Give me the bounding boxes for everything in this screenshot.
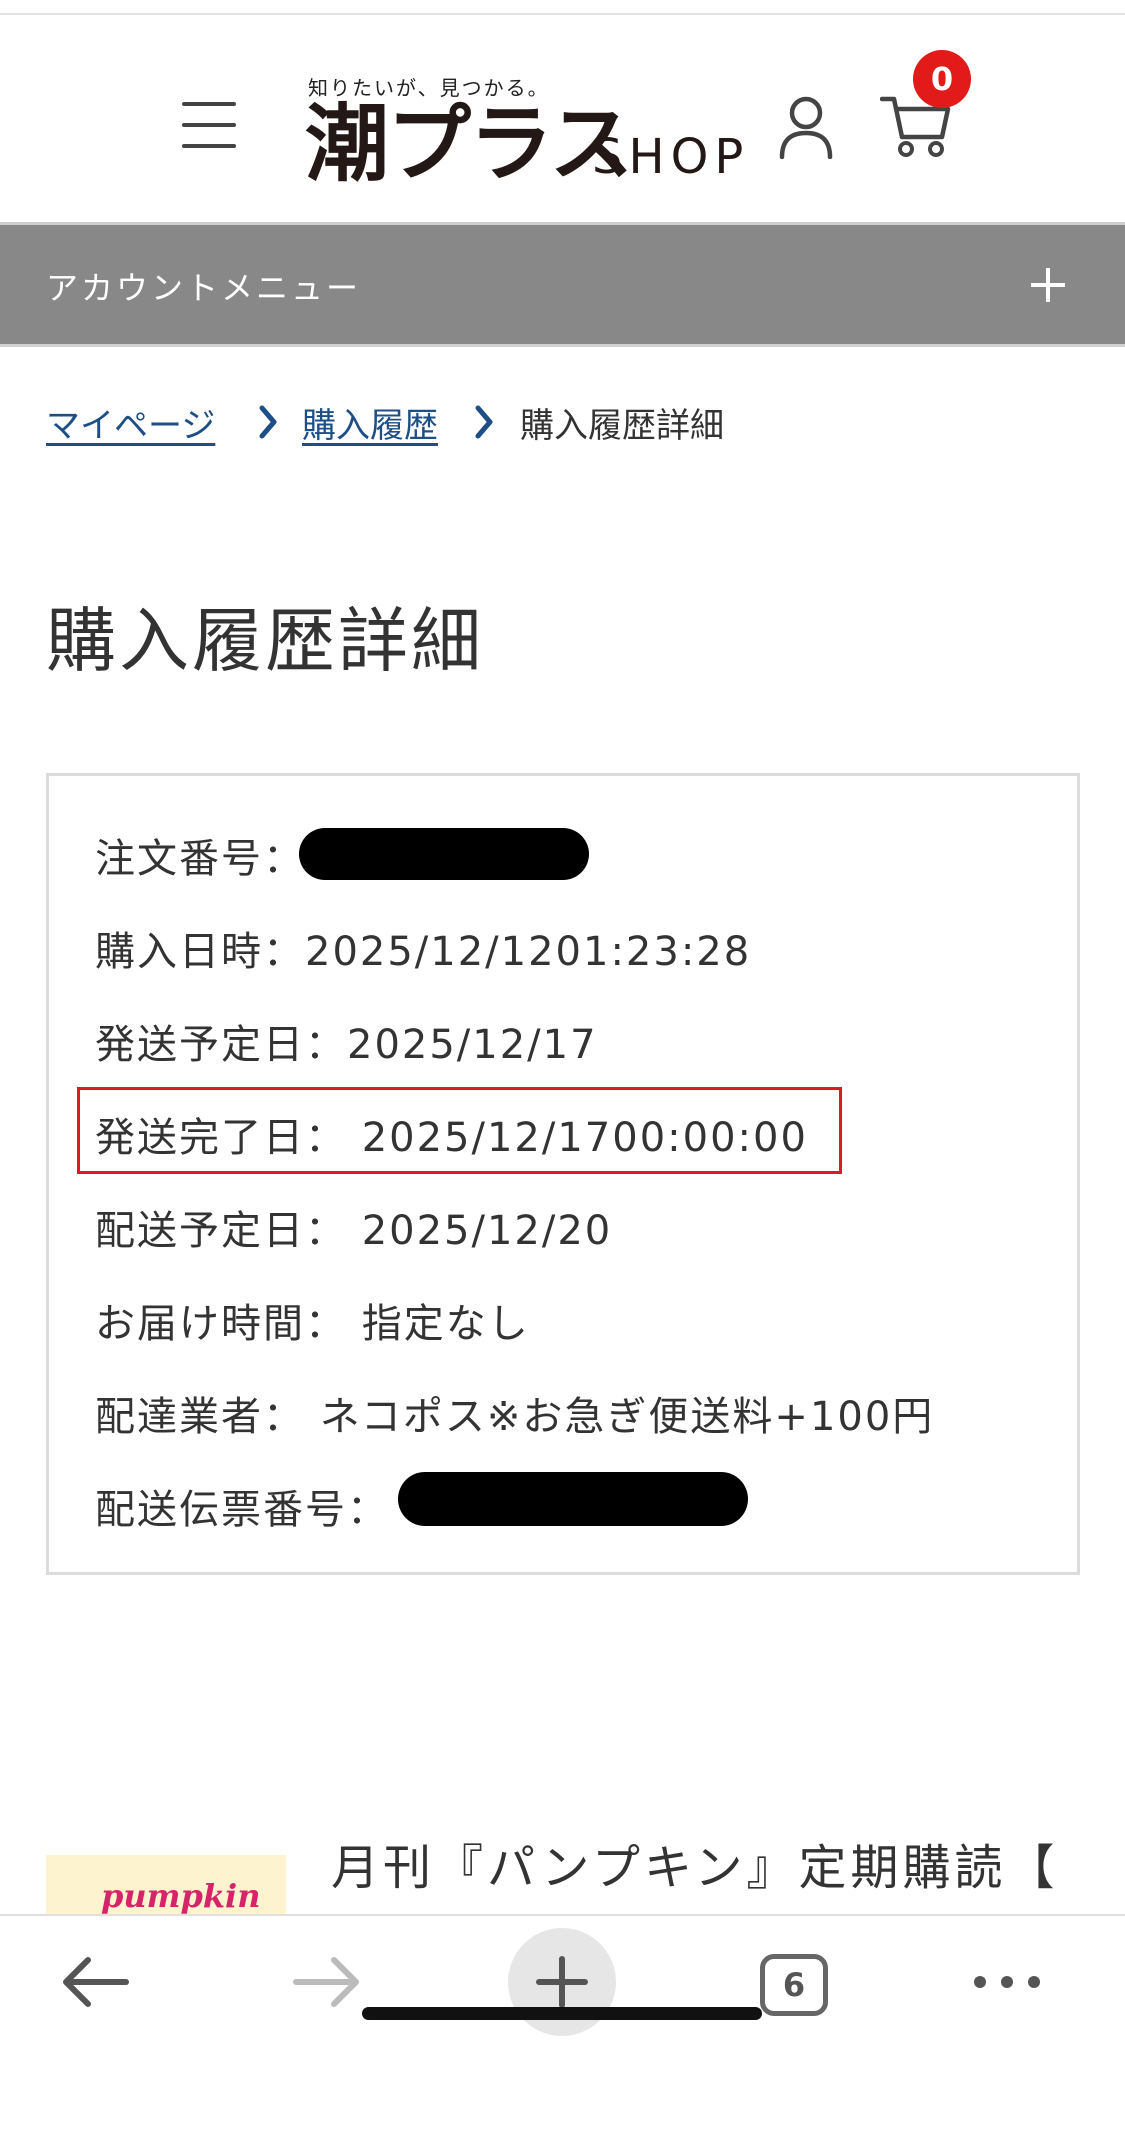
logo-shop-text: SHOP <box>592 129 750 185</box>
page-title: 購入履歴詳細 <box>46 600 484 682</box>
purchase-datetime: 購入日時：2025/12/1201:23:28 <box>95 929 752 975</box>
product-thumbnail[interactable]: pumpkin <box>46 1855 286 1915</box>
plus-icon <box>536 1956 588 2008</box>
forward-arrow-icon[interactable] <box>292 1954 362 2010</box>
order-details-box: 注文番号： 購入日時：2025/12/1201:23:28 発送予定日：2025… <box>46 773 1080 1575</box>
breadcrumb-link-mypage[interactable]: マイページ <box>46 398 215 447</box>
redacted-order-number <box>299 828 589 880</box>
delivery-time: お届け時間： 指定なし <box>95 1301 530 1347</box>
shipped-date: 発送完了日： 2025/12/1700:00:00 <box>95 1115 808 1161</box>
redacted-tracking-number <box>398 1472 748 1526</box>
browser-toolbar: 6 <box>0 1914 1125 2149</box>
tabs-count-button[interactable]: 6 <box>760 1954 828 2016</box>
account-menu-label: アカウントメニュー <box>46 269 362 307</box>
account-icon[interactable] <box>778 95 834 159</box>
page: 知りたいが、見つかる。 潮プラス SHOP 0 アカウントメニュー マイページ … <box>0 0 1125 2149</box>
hamburger-menu-icon[interactable] <box>180 100 240 150</box>
cart-count-badge: 0 <box>913 50 971 108</box>
breadcrumb-current: 購入履歴詳細 <box>520 406 724 446</box>
product-title[interactable]: 月刊『パンプキン』定期購読【 <box>331 1828 1059 1898</box>
order-number-label: 注文番号： <box>95 836 305 882</box>
account-menu-toggle[interactable]: アカウントメニュー <box>0 222 1125 347</box>
chevron-right-icon <box>475 405 493 439</box>
more-options-icon[interactable] <box>970 1970 1044 1994</box>
tracking-number-label: 配送伝票番号： <box>95 1487 389 1533</box>
scheduled-ship-date: 発送予定日：2025/12/17 <box>95 1022 598 1068</box>
breadcrumb-link-purchase-history[interactable]: 購入履歴 <box>302 398 438 447</box>
site-header: 知りたいが、見つかる。 潮プラス SHOP 0 <box>0 15 1125 222</box>
back-arrow-icon[interactable] <box>60 1954 130 2010</box>
home-indicator[interactable] <box>362 2007 762 2020</box>
chevron-right-icon <box>259 405 277 439</box>
plus-icon <box>1031 268 1065 302</box>
site-logo[interactable]: 知りたいが、見つかる。 潮プラス SHOP <box>305 72 765 193</box>
carrier: 配達業者： ネコポス※お急ぎ便送料+100円 <box>95 1394 935 1440</box>
product-thumb-text: pumpkin <box>101 1877 261 1915</box>
logo-main-text: 潮プラス <box>305 95 633 193</box>
scheduled-delivery-date: 配送予定日： 2025/12/20 <box>95 1208 613 1254</box>
